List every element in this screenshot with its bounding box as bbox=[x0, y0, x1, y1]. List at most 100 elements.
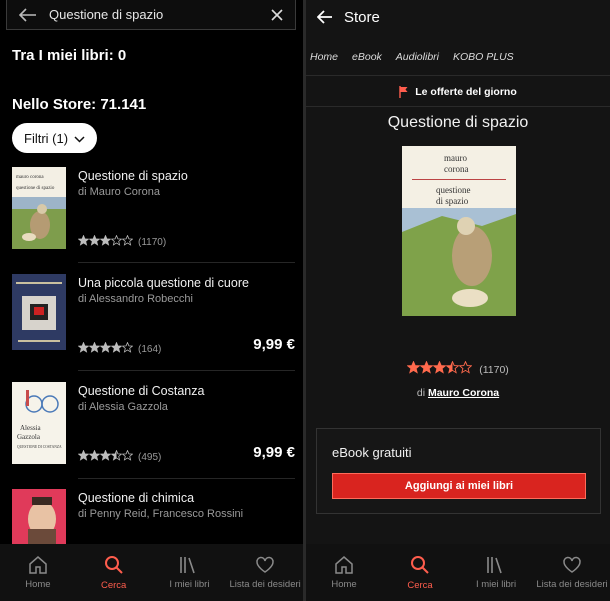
star-icon bbox=[406, 360, 421, 374]
free-ebook-label: eBook gratuiti bbox=[332, 445, 412, 460]
star-icon bbox=[445, 360, 460, 374]
rating-count: (1170) bbox=[479, 364, 509, 376]
library-icon bbox=[487, 556, 502, 573]
book-author[interactable]: di Penny Reid, Francesco Rossini bbox=[78, 508, 243, 520]
list-item[interactable]: Alessia Gazzola QUESTIONE DI COSTANZA Qu… bbox=[0, 382, 303, 478]
list-item[interactable]: Una piccola questione di cuore di Alessa… bbox=[0, 274, 303, 370]
home-icon bbox=[29, 555, 47, 574]
filters-button[interactable]: Filtri (1) bbox=[12, 123, 98, 153]
daily-deals-link[interactable]: Le offerte del giorno bbox=[306, 77, 610, 107]
cover-title-text: di spazio bbox=[436, 196, 469, 206]
star-icon bbox=[99, 234, 112, 246]
nav-search[interactable]: Cerca bbox=[76, 544, 152, 601]
star-icon bbox=[99, 449, 112, 461]
book-author[interactable]: di Alessandro Robecchi bbox=[78, 293, 193, 305]
bottom-navigation: Home Cerca I miei libri Lista dei deside… bbox=[0, 544, 303, 601]
star-icon bbox=[121, 449, 134, 461]
nav-label: Cerca bbox=[100, 579, 127, 591]
nav-search[interactable]: Cerca bbox=[382, 544, 458, 601]
star-rating: (1170) bbox=[77, 233, 166, 251]
star-rating: (495) bbox=[77, 448, 162, 466]
star-icon bbox=[77, 234, 90, 246]
chevron-down-icon bbox=[74, 131, 85, 146]
book-cover-image: mauro corona questione di spazio bbox=[402, 146, 516, 316]
author-link[interactable]: Mauro Corona bbox=[428, 387, 499, 399]
list-item[interactable]: mauro corona questione di spazio Questio… bbox=[0, 167, 303, 263]
author-prefix: di bbox=[416, 387, 426, 399]
star-icon bbox=[121, 341, 134, 353]
store-detail-panel: Store Home eBook Audiolibri KOBO PLUS Le… bbox=[306, 0, 610, 601]
star-icon bbox=[99, 341, 112, 353]
back-arrow-icon[interactable] bbox=[306, 10, 344, 24]
star-icon bbox=[419, 360, 434, 374]
flag-icon bbox=[399, 85, 408, 98]
back-arrow-icon[interactable] bbox=[7, 7, 49, 22]
nav-home[interactable]: Home bbox=[0, 544, 76, 601]
star-icon bbox=[88, 341, 101, 353]
add-to-my-books-button[interactable]: Aggiungi ai miei libri bbox=[332, 473, 586, 499]
bottom-navigation: Home Cerca I miei libri Lista dei deside… bbox=[306, 544, 610, 601]
book-cover-image bbox=[12, 489, 66, 545]
cover-author-text: Gazzola bbox=[17, 433, 41, 441]
star-icon bbox=[110, 341, 123, 353]
heart-icon bbox=[563, 556, 581, 573]
book-price: 9,99 € bbox=[253, 336, 295, 353]
star-icon bbox=[88, 234, 101, 246]
free-ebook-box: eBook gratuiti Aggiungi ai miei libri bbox=[316, 428, 601, 514]
tab-home[interactable]: Home bbox=[310, 51, 338, 63]
book-title[interactable]: Questione di chimica bbox=[78, 491, 194, 505]
star-icon bbox=[121, 234, 134, 246]
nav-label: Cerca bbox=[407, 579, 433, 591]
search-icon bbox=[104, 555, 123, 574]
close-icon[interactable] bbox=[259, 8, 295, 21]
search-input[interactable]: Questione di spazio bbox=[49, 7, 259, 22]
star-rating: (1170) bbox=[306, 360, 610, 379]
my-books-count: Tra I miei libri: 0 bbox=[12, 47, 127, 64]
book-author[interactable]: di Mauro Corona bbox=[78, 186, 160, 198]
star-icon bbox=[77, 449, 90, 461]
book-cover-image: Alessia Gazzola QUESTIONE DI COSTANZA bbox=[12, 382, 66, 464]
star-icon bbox=[110, 449, 123, 461]
cover-author-text: corona bbox=[444, 164, 469, 174]
nav-wishlist[interactable]: Lista dei desideri bbox=[534, 544, 610, 601]
star-rating: (164) bbox=[77, 340, 161, 358]
cover-author-text: mauro corona bbox=[16, 175, 44, 180]
nav-my-books[interactable]: I miei libri bbox=[152, 544, 228, 601]
nav-my-books[interactable]: I miei libri bbox=[458, 544, 534, 601]
book-cover-image: mauro corona questione di spazio bbox=[12, 167, 66, 249]
star-icon bbox=[88, 449, 101, 461]
star-icon bbox=[432, 360, 447, 374]
star-icon bbox=[77, 341, 90, 353]
book-title[interactable]: Una piccola questione di cuore bbox=[78, 276, 249, 290]
nav-label: Home bbox=[331, 578, 357, 590]
book-author[interactable]: di Alessia Gazzola bbox=[78, 401, 168, 413]
book-title: Questione di spazio bbox=[387, 114, 529, 131]
nav-wishlist[interactable]: Lista dei desideri bbox=[227, 544, 303, 601]
store-count: Nello Store: 71.141 bbox=[12, 96, 147, 113]
tab-ebook[interactable]: eBook bbox=[352, 51, 382, 63]
search-icon bbox=[411, 555, 429, 574]
cover-title-text: questione bbox=[436, 185, 471, 195]
library-icon bbox=[180, 556, 196, 573]
home-icon bbox=[335, 555, 353, 574]
book-title[interactable]: Questione di Costanza bbox=[78, 384, 204, 398]
tab-audiolibri[interactable]: Audiolibri bbox=[396, 51, 439, 63]
tab-kobo-plus[interactable]: KOBO PLUS bbox=[453, 51, 514, 63]
cover-title-text: QUESTIONE DI COSTANZA bbox=[17, 445, 62, 449]
search-bar[interactable]: Questione di spazio bbox=[6, 0, 296, 30]
heart-icon bbox=[256, 556, 274, 573]
nav-label: Home bbox=[25, 578, 51, 590]
cover-author-text: mauro bbox=[444, 153, 467, 163]
book-title[interactable]: Questione di spazio bbox=[78, 169, 188, 183]
book-price: 9,99 € bbox=[253, 444, 295, 461]
divider bbox=[78, 262, 295, 263]
star-icon bbox=[110, 234, 123, 246]
page-title: Store bbox=[344, 8, 380, 26]
cover-author-text: Alessia bbox=[20, 424, 42, 432]
nav-home[interactable]: Home bbox=[306, 544, 382, 601]
divider bbox=[78, 370, 295, 371]
book-cover-image bbox=[12, 274, 66, 350]
search-results-panel: Questione di spazio Tra I miei libri: 0 … bbox=[0, 0, 303, 601]
divider bbox=[78, 478, 295, 479]
rating-count: (495) bbox=[138, 451, 162, 463]
